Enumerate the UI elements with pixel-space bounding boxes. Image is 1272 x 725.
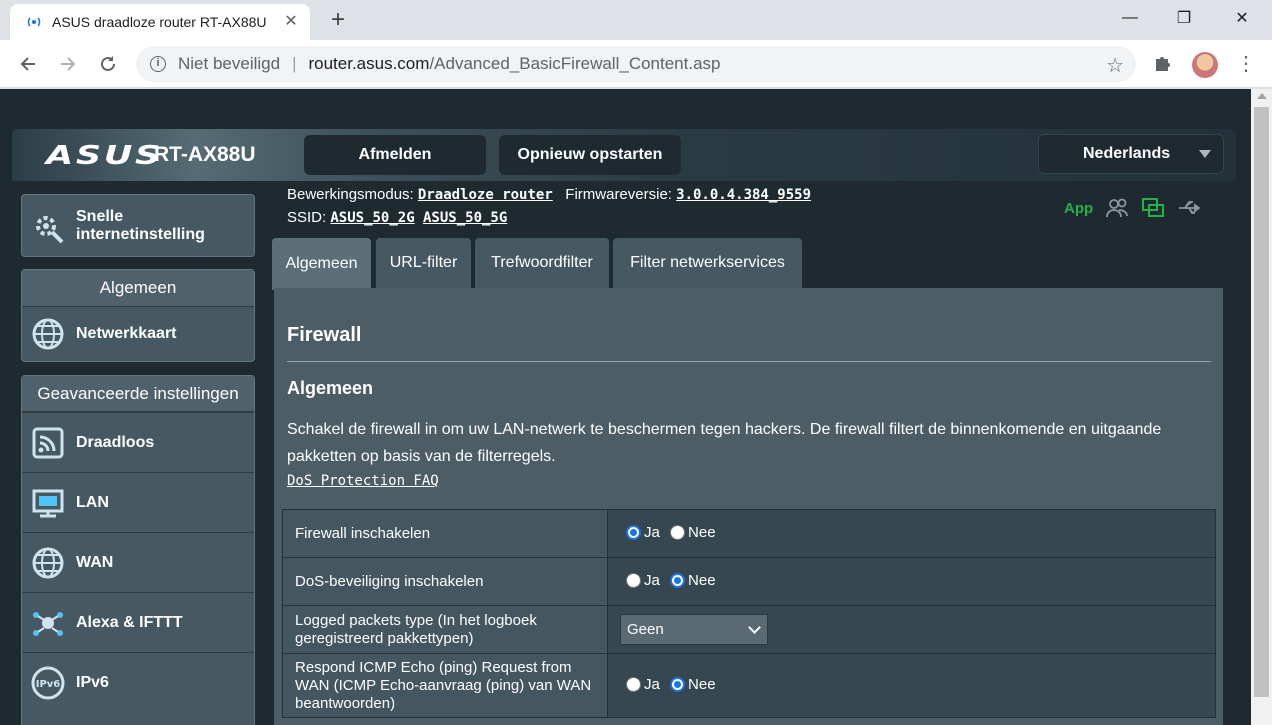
table-row: Respond ICMP Echo (ping) Request from WA… (282, 653, 1216, 718)
advanced-menu: Geavanceerde instellingen Draadloos LAN (21, 375, 255, 725)
browser-tabbar: ASUS draadloze router RT-AX88U ✕ + — ❐ ✕ (0, 0, 1272, 40)
row-label: DoS-beveiliging inschakelen (282, 557, 608, 606)
router-model: RT-AX88U (154, 143, 256, 166)
usb-icon[interactable] (1177, 197, 1203, 219)
advanced-header: Geavanceerde instellingen (22, 376, 254, 412)
reboot-button[interactable]: Opnieuw opstarten (499, 135, 681, 175)
firewall-panel: Firewall Algemeen Schakel de firewall in… (274, 288, 1223, 725)
tab-url-filter[interactable]: URL-filter (376, 238, 471, 288)
clients-icon[interactable] (1105, 197, 1129, 219)
close-tab-icon[interactable]: ✕ (282, 13, 300, 31)
sidebar-item-label: Draadloos (76, 433, 155, 451)
general-menu: Algemeen Netwerkkaart (21, 269, 255, 362)
chevron-down-icon (1199, 150, 1211, 158)
bookmark-star-icon[interactable]: ☆ (1106, 53, 1124, 78)
address-bar[interactable]: i Niet beveiligd | router.asus.com/Advan… (136, 46, 1136, 82)
asus-logo: ASUS (46, 141, 164, 171)
lan-icon (32, 489, 64, 517)
info-icon[interactable]: i (150, 56, 166, 72)
general-header: Algemeen (22, 270, 254, 307)
profile-avatar[interactable] (1192, 52, 1218, 78)
alexa-icon (33, 611, 63, 636)
logged-packets-select[interactable]: Geen (620, 614, 768, 645)
page-title: Firewall (287, 324, 362, 346)
dos-no-radio[interactable]: Nee (670, 572, 716, 589)
wireless-icon (32, 427, 64, 458)
operation-mode-link[interactable]: Draadloze router (418, 187, 553, 203)
table-row: DoS-beveiliging inschakelen Ja Nee (282, 557, 1216, 606)
section-title: Algemeen (287, 378, 374, 398)
restore-icon[interactable]: ❐ (1158, 0, 1210, 36)
row-label: Logged packets type (In het logboek gere… (282, 605, 608, 654)
sidebar-item-lan[interactable]: LAN (22, 472, 254, 532)
ssid-line: SSID: ASUS_50_2G ASUS_50_5G (287, 209, 508, 226)
wireless-favicon-icon (27, 17, 41, 27)
description: Schakel de firewall in om uw LAN-netwerk… (287, 421, 1162, 465)
mode-firmware-line: Bewerkingsmodus: Draadloze router Firmwa… (287, 186, 811, 203)
sidebar-item-network-map[interactable]: Netwerkkaart (22, 307, 254, 361)
wan-globe-icon (32, 547, 64, 578)
quick-setup-button[interactable]: Snelle internetinstelling (21, 194, 255, 257)
status-icons: App (1064, 197, 1203, 219)
chevron-down-icon (748, 621, 761, 634)
row-label: Firewall inschakelen (282, 509, 608, 558)
ping-no-radio[interactable]: Nee (670, 676, 716, 693)
row-label: Respond ICMP Echo (ping) Request from WA… (282, 653, 608, 718)
divider (287, 361, 1211, 362)
quick-setup-label: Snelle internetinstelling (76, 207, 205, 243)
sidebar-item-label: LAN (76, 493, 109, 511)
tab-title: ASUS draadloze router RT-AX88U (52, 14, 267, 30)
router-header: ASUS RT-AX88U Afmelden Opnieuw opstarten… (12, 129, 1236, 181)
sidebar-item-label: WAN (76, 553, 114, 571)
svg-text:IPv6: IPv6 (36, 679, 61, 690)
router-page: ASUS RT-AX88U Afmelden Opnieuw opstarten… (0, 89, 1251, 725)
sidebar-item-label: IPv6 (76, 673, 109, 691)
scroll-up-icon[interactable] (1257, 93, 1267, 99)
logout-button[interactable]: Afmelden (304, 135, 486, 175)
page-scrollbar[interactable] (1251, 89, 1272, 725)
ssid-5g-link[interactable]: ASUS_50_5G (423, 210, 507, 226)
url-text[interactable]: router.asus.com/Advanced_BasicFirewall_C… (308, 54, 720, 74)
ipv6-icon: IPv6 (31, 666, 65, 699)
wizard-gear-icon (36, 215, 64, 243)
ping-yes-radio[interactable]: Ja (626, 676, 660, 693)
dos-yes-radio[interactable]: Ja (626, 572, 660, 589)
sidebar-item-label: Alexa & IFTTT (76, 613, 183, 631)
sidebar-item-label: Netwerkkaart (76, 325, 177, 342)
app-link[interactable]: App (1064, 200, 1093, 217)
menu-dots-icon[interactable]: ⋮ (1236, 52, 1256, 76)
sidebar-item-wireless[interactable]: Draadloos (22, 412, 254, 472)
security-label: Niet beveiligd (178, 54, 281, 73)
tab-keyword-filter[interactable]: Trefwoordfilter (475, 238, 609, 288)
browser-toolbar: i Niet beveiligd | router.asus.com/Advan… (0, 40, 1272, 88)
firewall-no-radio[interactable]: Nee (670, 524, 716, 541)
window-close-icon[interactable]: ✕ (1216, 0, 1268, 36)
sidebar-item-alexa[interactable]: Alexa & IFTTT (22, 592, 254, 652)
reload-icon[interactable] (96, 52, 120, 76)
back-icon[interactable] (16, 52, 40, 76)
tab-general[interactable]: Algemeen (272, 238, 371, 290)
new-tab-icon[interactable]: + (326, 8, 350, 32)
firewall-yes-radio[interactable]: Ja (626, 524, 660, 541)
sidebar-item-ipv6[interactable]: IPv6 IPv6 (22, 652, 254, 712)
table-row: Firewall inschakelen Ja Nee (282, 509, 1216, 558)
browser-tab[interactable]: ASUS draadloze router RT-AX88U ✕ (10, 4, 310, 40)
sidebar-item-wan[interactable]: WAN (22, 532, 254, 592)
table-row: Logged packets type (In het logboek gere… (282, 605, 1216, 654)
minimize-icon[interactable]: — (1104, 0, 1156, 36)
forward-icon[interactable] (56, 52, 80, 76)
dos-faq-link[interactable]: DoS Protection FAQ (287, 473, 439, 489)
firmware-link[interactable]: 3.0.0.4.384_9559 (676, 187, 811, 203)
firewall-settings-table: Firewall inschakelen Ja Nee DoS-beveilig… (282, 509, 1216, 718)
scroll-thumb[interactable] (1254, 107, 1269, 697)
ssid-2g-link[interactable]: ASUS_50_2G (330, 210, 414, 226)
extensions-puzzle-icon[interactable] (1152, 52, 1174, 74)
tab-network-services-filter[interactable]: Filter netwerkservices (613, 238, 802, 288)
language-select[interactable]: Nederlands (1038, 134, 1224, 174)
network-status-icon[interactable] (1141, 197, 1165, 219)
globe-map-icon (32, 318, 64, 350)
